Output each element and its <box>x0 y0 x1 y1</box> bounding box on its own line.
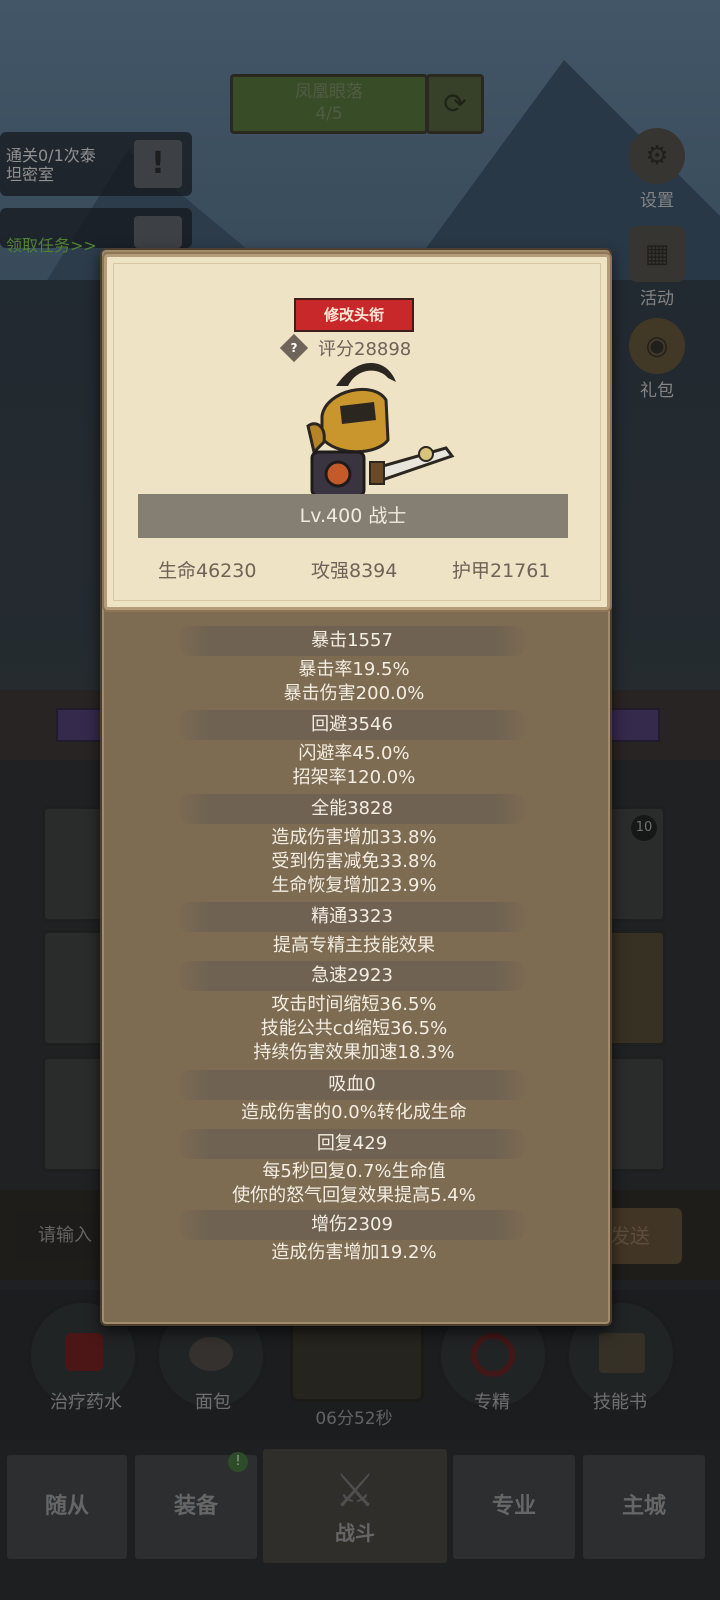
stat-header-damage-bonus: 增伤2309 <box>176 1210 528 1240</box>
change-title-button[interactable]: 修改头衔 <box>294 298 414 332</box>
stat-detail: 受到伤害减免33.8% <box>271 851 437 872</box>
stat-detail: 每5秒回复0.7%生命值 <box>262 1161 446 1182</box>
stat-header-lifesteal: 吸血0 <box>176 1070 528 1100</box>
warrior-avatar <box>306 362 455 498</box>
stat-header-haste: 急速2923 <box>176 961 528 991</box>
stat-detail: 造成伤害增加19.2% <box>271 1242 437 1263</box>
stat-detail: 攻击时间缩短36.5% <box>271 994 437 1015</box>
stat-detail: 技能公共cd缩短36.5% <box>260 1018 448 1039</box>
stat-detail: 生命恢复增加23.9% <box>271 875 437 896</box>
hp-stat: 生命46230 <box>158 560 257 582</box>
stat-detail: 暴击率19.5% <box>298 659 410 680</box>
stat-detail: 招架率120.0% <box>292 767 416 788</box>
stat-header-crit: 暴击1557 <box>176 626 528 656</box>
stat-detail: 暴击伤害200.0% <box>283 683 425 704</box>
armor-stat: 护甲21761 <box>452 560 551 582</box>
stat-header-regen: 回复429 <box>176 1129 528 1159</box>
attack-stat: 攻强8394 <box>311 560 398 582</box>
stat-detail: 闪避率45.0% <box>298 743 410 764</box>
stat-header-avoidance: 回避3546 <box>176 710 528 740</box>
stat-detail: 提高专精主技能效果 <box>273 935 435 956</box>
level-class-bar: Lv.400 战士 <box>138 494 568 538</box>
stat-detail: 造成伤害的0.0%转化成生命 <box>241 1102 467 1123</box>
stat-header-versatility: 全能3828 <box>176 794 528 824</box>
stat-detail: 持续伤害效果加速18.3% <box>253 1042 455 1063</box>
stat-detail: 使你的怒气回复效果提高5.4% <box>232 1185 476 1206</box>
stat-detail: 造成伤害增加33.8% <box>271 827 437 848</box>
stat-header-mastery: 精通3323 <box>176 902 528 932</box>
